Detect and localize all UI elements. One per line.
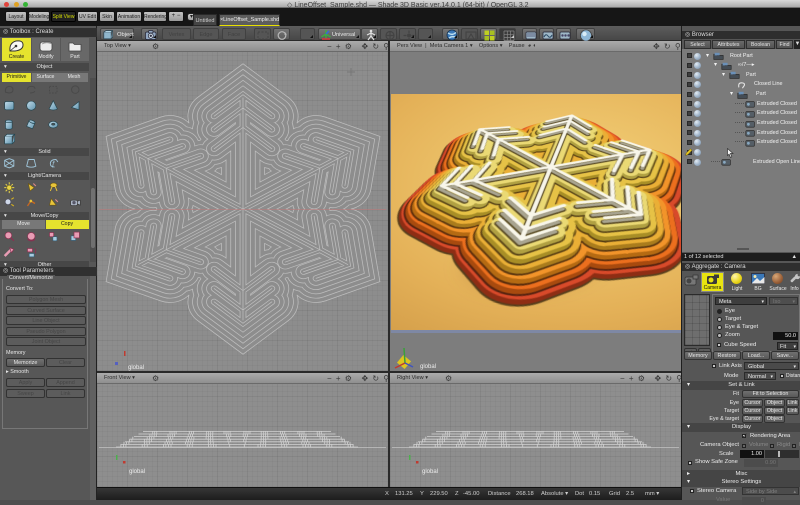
- svg-text:ƒ: ƒ: [51, 159, 55, 168]
- svg-text:global: global: [128, 365, 144, 371]
- svg-text:global: global: [422, 469, 438, 475]
- svg-text:global: global: [420, 364, 436, 370]
- svg-text:global: global: [129, 469, 145, 475]
